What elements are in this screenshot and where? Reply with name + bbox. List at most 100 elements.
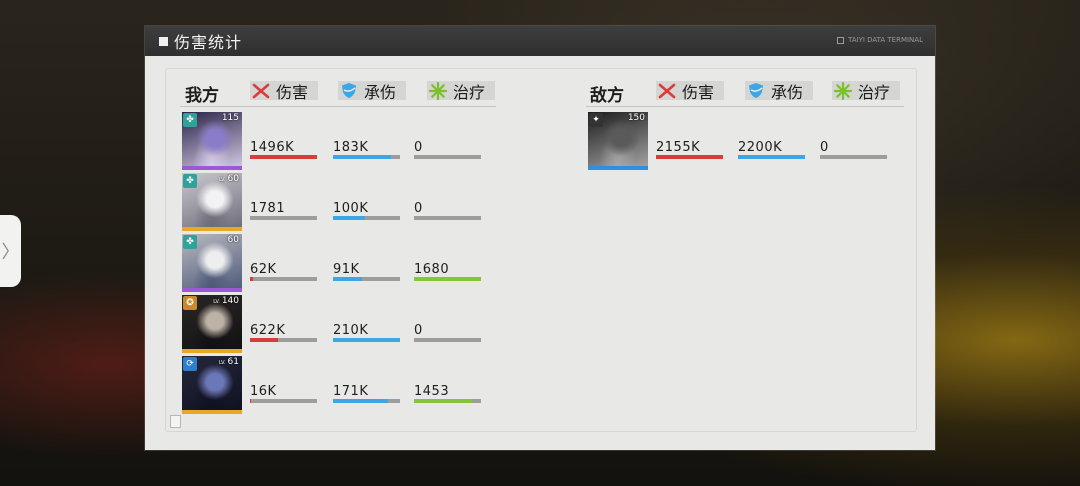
damage-value: 16K [250,384,277,399]
ally-heal-stat: 0 [414,324,481,342]
ally-heal-stat: 1680 [414,263,481,281]
ally-damage-stat: 16K [250,385,317,403]
title-square-icon [159,36,168,46]
damage-bar-fill [250,155,317,159]
damage-bar-track [656,155,723,159]
damage-bar-track [250,338,317,342]
ally-damage-stat: 1781 [250,202,317,220]
ally-character-portrait[interactable]: ✪ LV. 140 [182,295,242,353]
damage-value: 622K [250,323,286,338]
taken-bar-fill [738,155,805,159]
ally-character-portrait[interactable]: ✤ 60 [182,234,242,292]
damage-bar-track [250,155,317,159]
character-level: LV. 61 [219,357,239,367]
damage-header-label: 伤害 [682,82,715,102]
heal-bar-track [414,216,481,220]
damage-bar-fill [250,338,278,342]
ally-heal-stat: 1453 [414,385,481,403]
ally-heal-stat: 0 [414,202,481,220]
level-value: 140 [221,296,239,306]
taken-bar-fill [333,399,388,403]
damage-value: 1781 [250,201,286,216]
ally-damage-stat: 622K [250,324,317,342]
taken-value: 171K [333,384,369,399]
enemy-heal-header: 治疗 [832,81,900,102]
damage-bar-fill [250,399,251,403]
enemy-taken-stat: 2200K [738,141,805,159]
taken-bar-track [333,155,400,159]
damage-bar-fill [250,277,253,281]
shield-icon [338,81,360,100]
taken-bar-track [738,155,805,159]
chevron-right-icon: 〉 [1,242,20,263]
document-corner-icon [170,415,181,428]
damage-bar-track [250,216,317,220]
heal-value: 0 [414,201,423,216]
heal-value: 1453 [414,384,450,399]
side-expand-tab[interactable]: 〉 [0,215,21,287]
taken-value: 91K [333,262,360,277]
ally-damage-header: 伤害 [250,81,318,102]
ally-character-portrait[interactable]: ✤ LV. 60 [182,173,242,231]
enemy-damage-header: 伤害 [656,81,724,102]
character-level: 150 [628,113,645,123]
ally-header-divider [180,106,496,107]
ally-heal-header: 治疗 [427,81,495,102]
taken-value: 183K [333,140,369,155]
panel-title: 伤害统计 [174,33,243,52]
heal-value: 0 [414,140,423,155]
heal-bar-track [414,399,481,403]
ally-heal-stat: 0 [414,141,481,159]
taken-bar-fill [333,216,365,220]
ally-taken-stat: 91K [333,263,400,281]
taken-bar-fill [333,277,362,281]
taken-bar-track [333,216,400,220]
taken-value: 2200K [738,140,783,155]
damage-value: 62K [250,262,277,277]
enemy-character-portrait[interactable]: ✦ 150 [588,112,648,170]
damage-bar-fill [656,155,723,159]
level-prefix: LV. [218,360,226,366]
ally-taken-header: 承伤 [338,81,406,102]
character-level: LV. 60 [219,174,239,184]
content-frame [165,68,917,432]
spark-icon [427,81,449,100]
enemy-taken-header: 承伤 [745,81,813,102]
rarity-bar [182,227,242,231]
rarity-bar [182,410,242,414]
heal-bar-fill [414,399,472,403]
heal-value: 0 [414,323,423,338]
taken-value: 100K [333,201,369,216]
ally-taken-stat: 171K [333,385,400,403]
spark-icon [832,81,854,100]
ally-character-portrait[interactable]: ⟳ LV. 61 [182,356,242,414]
level-value: 150 [627,113,645,123]
level-value: 61 [227,357,239,367]
support-class-icon: ✤ [183,113,197,127]
heal-bar-track [414,277,481,281]
panel-header: 伤害统计 TAIYI DATA TERMINAL [145,26,935,56]
ally-damage-stat: 1496K [250,141,317,159]
support-class-icon: ✤ [183,174,197,188]
heal-bar-fill [414,277,481,281]
damage-value: 1496K [250,140,295,155]
heal-header-label: 治疗 [858,82,891,102]
taken-bar-track [333,338,400,342]
defense-class-icon: ⟳ [183,357,197,371]
rarity-bar [182,288,242,292]
enemy-damage-stat: 2155K [656,141,723,159]
damage-value: 2155K [656,140,701,155]
enemy-heal-stat: 0 [820,141,887,159]
crossed-swords-icon [656,81,678,100]
ally-character-portrait[interactable]: ✤ 115 [182,112,242,170]
level-value: 60 [227,235,239,245]
shield-icon [745,81,767,100]
heal-bar-track [820,155,887,159]
enemy-label: 敌方 [590,86,624,106]
taken-bar-fill [333,338,400,342]
ally-taken-stat: 100K [333,202,400,220]
taken-header-label: 承伤 [771,82,804,102]
level-value: 115 [221,113,239,123]
level-prefix: LV. [218,177,226,183]
taken-bar-track [333,399,400,403]
